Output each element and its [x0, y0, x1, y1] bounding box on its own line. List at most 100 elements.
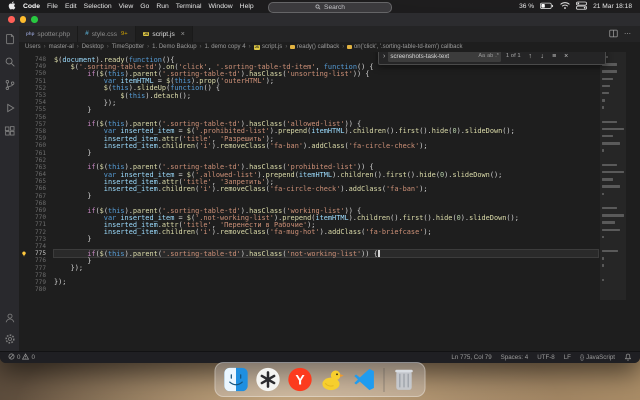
breadcrumb-item[interactable]: 1. demo copy 4: [205, 44, 246, 50]
find-toggle-chevron[interactable]: ›: [383, 53, 385, 60]
code-line[interactable]: 766 inserted_item. children('i'). removeCl…: [19, 185, 598, 193]
search-icon[interactable]: [4, 56, 16, 68]
line-number[interactable]: 777: [19, 265, 54, 272]
notifications-bell-icon[interactable]: [624, 353, 632, 363]
whole-word-toggle[interactable]: ab: [487, 53, 493, 59]
find-close-button[interactable]: ×: [562, 53, 571, 60]
line-number[interactable]: 758: [19, 128, 54, 135]
menu-code[interactable]: Code: [23, 3, 40, 10]
account-icon[interactable]: [4, 312, 16, 324]
explorer-icon[interactable]: [4, 33, 16, 45]
menu-view[interactable]: View: [119, 3, 134, 10]
trash-dock-icon[interactable]: [392, 367, 417, 392]
maximize-button[interactable]: [31, 16, 38, 23]
line-number[interactable]: 763: [19, 164, 54, 171]
tab-style.css[interactable]: # style.css 9+: [78, 26, 136, 42]
tab-spotter.php[interactable]: php spotter.php: [19, 26, 79, 42]
run-and-debug-icon[interactable]: [4, 102, 16, 114]
line-number[interactable]: 770: [19, 214, 54, 221]
menu-edit[interactable]: Edit: [65, 3, 77, 10]
breadcrumb-item[interactable]: Users: [25, 44, 41, 50]
line-number[interactable]: 767: [19, 193, 54, 200]
code-line[interactable]: 775 if($(this). parent('.sorting-table-td…: [19, 249, 599, 259]
line-number[interactable]: 774: [19, 243, 54, 250]
minimize-button[interactable]: [19, 16, 26, 23]
line-number[interactable]: 771: [19, 221, 54, 228]
source-control-icon[interactable]: [4, 79, 16, 91]
line-number[interactable]: 768: [19, 200, 54, 207]
language-mode[interactable]: {} JavaScript: [580, 354, 615, 361]
code-line[interactable]: 755 }: [19, 106, 598, 114]
line-number[interactable]: 761: [19, 150, 54, 157]
menu-file[interactable]: File: [47, 3, 58, 10]
breadcrumb-item[interactable]: 1. Demo Backup: [152, 44, 196, 50]
menu-run[interactable]: Run: [156, 3, 168, 10]
line-number[interactable]: 772: [19, 229, 54, 236]
vscode-dock-icon[interactable]: [352, 367, 377, 392]
menu-bar-clock[interactable]: 21 Mar 18:18: [593, 3, 632, 10]
finder-dock-icon[interactable]: [224, 367, 249, 392]
lightbulb-icon[interactable]: [21, 251, 27, 257]
settings-icon[interactable]: [4, 333, 16, 345]
line-number[interactable]: 749: [19, 63, 54, 70]
line-number[interactable]: 754: [19, 99, 54, 106]
extensions-icon[interactable]: [4, 125, 16, 137]
tab-close-icon[interactable]: ×: [181, 31, 185, 38]
yandex-browser-dock-icon[interactable]: Y: [288, 367, 313, 392]
line-number[interactable]: 773: [19, 236, 54, 243]
code-line[interactable]: 776 }: [19, 257, 598, 265]
breadcrumb-item[interactable]: JS script.js: [253, 44, 282, 50]
indentation-indicator[interactable]: Spaces: 4: [501, 354, 529, 361]
line-number[interactable]: 762: [19, 157, 54, 164]
cyberduck-dock-icon[interactable]: [320, 367, 345, 392]
breadcrumb-item[interactable]: on('click', '.sorting-table-td-item') ca…: [347, 44, 462, 50]
regex-toggle[interactable]: .*: [495, 53, 499, 59]
wifi-icon[interactable]: [560, 1, 570, 12]
breadcrumb-item[interactable]: Desktop: [82, 44, 104, 50]
line-number[interactable]: 752: [19, 85, 54, 92]
tab-script.js[interactable]: JS script.js ×: [135, 26, 193, 42]
spotlight-search[interactable]: Search: [268, 2, 392, 13]
line-number[interactable]: 751: [19, 78, 54, 85]
line-number[interactable]: 755: [19, 106, 54, 113]
line-number[interactable]: 756: [19, 114, 54, 121]
menu-help[interactable]: Help: [240, 3, 254, 10]
code-line[interactable]: 772 inserted_item. children('i'). removeCl…: [19, 228, 598, 236]
line-number[interactable]: 764: [19, 171, 54, 178]
line-number[interactable]: 753: [19, 92, 54, 99]
problems-indicator[interactable]: 0 0: [8, 353, 35, 362]
code-line[interactable]: 778: [19, 272, 598, 279]
apple-menu-icon[interactable]: [8, 1, 16, 12]
line-number[interactable]: 779: [19, 279, 54, 286]
menu-window[interactable]: Window: [208, 3, 232, 10]
editor[interactable]: 748 $(document). ready(function(){749 $('.…: [19, 52, 640, 352]
code-line[interactable]: 754 });: [19, 99, 598, 107]
code-line[interactable]: 773 }: [19, 235, 598, 243]
minimap[interactable]: [600, 52, 626, 352]
eol-indicator[interactable]: LF: [564, 354, 571, 361]
split-editor-icon[interactable]: [609, 29, 618, 40]
title-bar[interactable]: [0, 13, 640, 26]
menu-selection[interactable]: Selection: [84, 3, 112, 10]
line-number[interactable]: 769: [19, 207, 54, 214]
menu-go[interactable]: Go: [140, 3, 149, 10]
line-number[interactable]: 748: [19, 56, 54, 63]
breadcrumb-item[interactable]: master-al: [49, 44, 74, 50]
line-number[interactable]: 757: [19, 121, 54, 128]
chatgpt-dock-icon[interactable]: [256, 367, 281, 392]
find-input[interactable]: [390, 52, 477, 60]
find-next-button[interactable]: ↓: [538, 53, 547, 60]
close-button[interactable]: [8, 16, 15, 23]
line-number[interactable]: 778: [19, 272, 54, 279]
find-in-selection-toggle[interactable]: ≡: [550, 53, 559, 60]
line-number[interactable]: 750: [19, 70, 54, 77]
breadcrumb-item[interactable]: TimeSpotter: [112, 44, 144, 50]
menu-terminal[interactable]: Terminal: [176, 3, 202, 10]
control-center-icon[interactable]: [576, 1, 588, 12]
match-case-toggle[interactable]: Aa: [478, 53, 485, 59]
more-actions-icon[interactable]: ⋯: [624, 30, 631, 38]
cursor-position[interactable]: Ln 775, Col 79: [451, 354, 491, 361]
line-number[interactable]: 766: [19, 185, 54, 192]
code-line[interactable]: 767 }: [19, 192, 598, 200]
breadcrumb-item[interactable]: ready() callback: [290, 44, 339, 50]
